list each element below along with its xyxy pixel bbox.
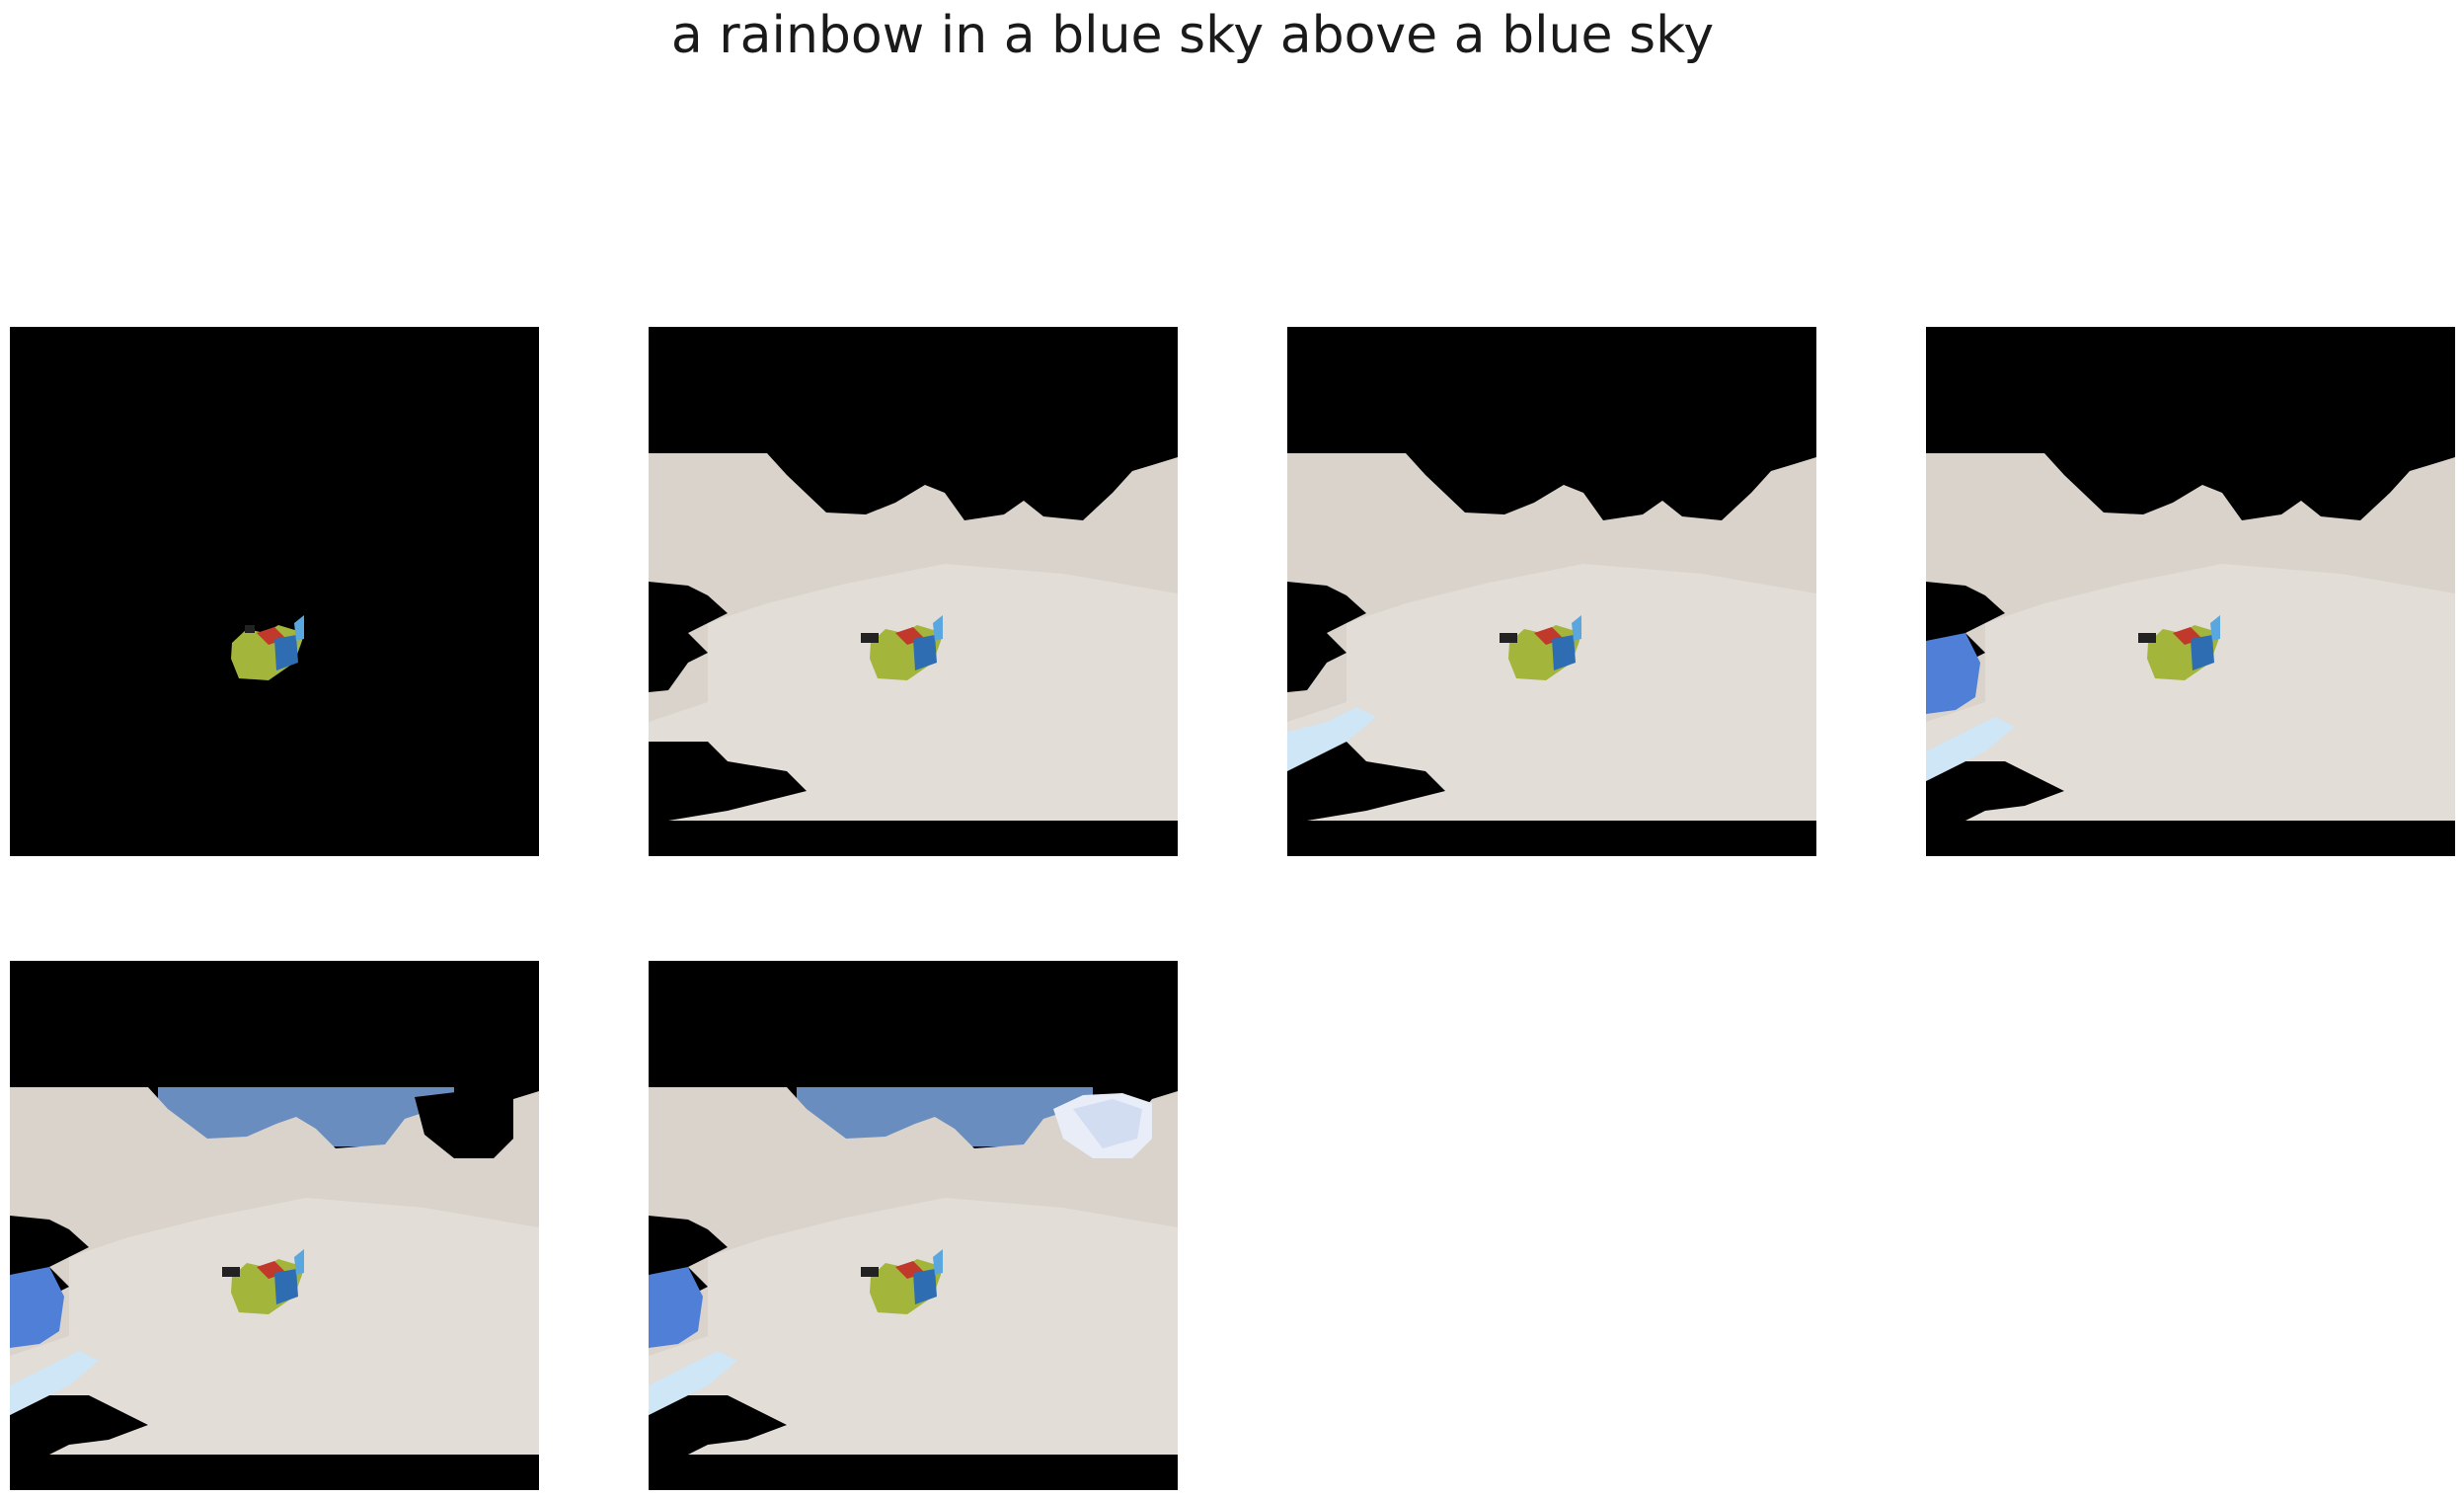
panel-4-image: [1926, 327, 2455, 856]
panel-2-image: [649, 327, 1178, 856]
panel-step-6: [649, 961, 1178, 1490]
panel-step-1: [10, 327, 539, 856]
panel-5-image: [10, 961, 539, 1490]
panel-6-image: [649, 961, 1178, 1490]
panel-step-2: [649, 327, 1178, 856]
panel-step-3: [1287, 327, 1816, 856]
panel-1-image: [10, 327, 539, 856]
panel-3-image: [1287, 327, 1816, 856]
panel-step-5: [10, 961, 539, 1490]
panel-step-4: [1926, 327, 2455, 856]
figure-title: a rainbow in a blue sky above a blue sky: [670, 6, 1715, 65]
